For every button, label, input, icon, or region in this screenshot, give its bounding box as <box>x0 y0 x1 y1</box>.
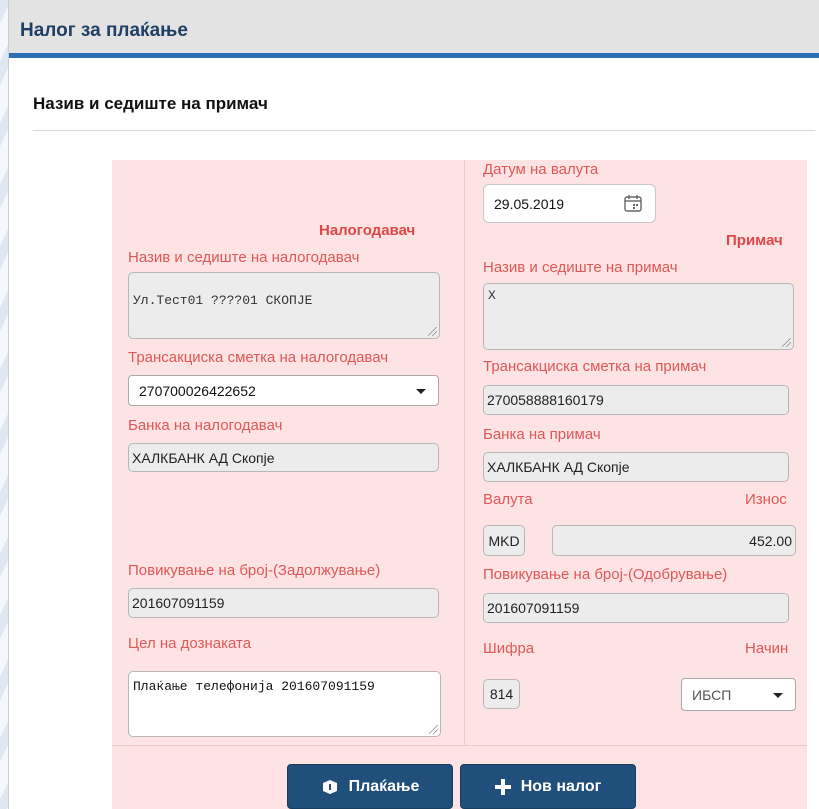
value-date-label: Датум на валута <box>483 161 599 178</box>
footer-divider <box>112 745 807 746</box>
purpose-field[interactable]: Плаќање телефонија 201607091159 <box>128 671 441 737</box>
code-label: Шифра <box>483 640 535 657</box>
payer-account-label: Трансакциска сметка на налогодавач <box>128 349 389 366</box>
currency-field[interactable]: MKD <box>483 525 525 556</box>
payer-bank-value: ХАЛКБАНК АД Скопје <box>132 449 275 466</box>
section-divider <box>33 130 815 131</box>
currency-label: Валута <box>483 491 533 508</box>
panel-header: Налог за плаќање <box>9 0 819 58</box>
payee-account-label: Трансакциска сметка на примач <box>483 358 707 375</box>
panel-title: Налог за плаќање <box>20 20 188 41</box>
method-label: Начин <box>745 640 789 657</box>
payer-bank-label: Банка на налогодавач <box>128 417 283 434</box>
payer-bank-field[interactable]: ХАЛКБАНК АД Скопје <box>128 443 439 472</box>
payee-name-field[interactable]: X <box>483 283 794 350</box>
new-order-button-label: Нов налог <box>520 777 602 795</box>
method-value: ИБСП <box>692 686 732 703</box>
code-field[interactable]: 814 <box>483 679 520 709</box>
payer-reference-field[interactable]: 201607091159 <box>128 588 439 618</box>
payer-name-label: Назив и седиште на налогодавач <box>128 249 360 266</box>
method-select[interactable]: ИБСП <box>681 678 796 711</box>
payee-account-field[interactable]: 270058888160179 <box>483 385 789 415</box>
payer-reference-label: Повикување на број-(Задолжување) <box>128 562 381 579</box>
currency-value: MKD <box>488 532 520 549</box>
payer-account-select[interactable]: 270700026422652 <box>128 375 439 406</box>
resize-grip-icon[interactable] <box>428 327 437 336</box>
payment-icon <box>322 779 337 794</box>
payment-form: Налогодавач Назив и седиште на налогодав… <box>112 160 807 809</box>
payer-account-value: 270700026422652 <box>139 382 256 399</box>
payee-name-value: X <box>488 288 496 303</box>
pay-button-label: Плаќање <box>348 777 420 795</box>
chevron-down-icon <box>416 388 426 394</box>
payee-reference-value: 201607091159 <box>487 600 580 616</box>
resize-grip-icon[interactable] <box>429 725 438 734</box>
purpose-value: Плаќање телефонија 201607091159 <box>133 679 375 694</box>
pay-button[interactable]: Плаќање <box>287 764 453 809</box>
column-divider <box>464 160 465 745</box>
amount-label: Износ <box>745 491 787 508</box>
payer-heading: Налогодавач <box>319 222 416 239</box>
payer-name-field[interactable]: Ул.Тест01 ????01 СКОПЈЕ <box>128 272 440 339</box>
payer-reference-value: 201607091159 <box>132 595 225 611</box>
payee-name-label: Назив и седиште на примач <box>483 259 678 276</box>
purpose-label: Цел на дознаката <box>128 635 252 652</box>
payee-heading: Примач <box>726 232 783 249</box>
payer-name-value: Ул.Тест01 ????01 СКОПЈЕ <box>133 293 313 308</box>
value-date-value: 29.05.2019 <box>494 195 565 212</box>
amount-field[interactable]: 452.00 <box>552 525 796 556</box>
section-title: Назив и седиште на примач <box>33 94 268 113</box>
resize-grip-icon[interactable] <box>782 338 791 347</box>
payee-bank-value: ХАЛКБАНК АД Скопје <box>487 459 630 475</box>
value-date-input[interactable]: 29.05.2019 <box>483 184 656 223</box>
calendar-icon[interactable] <box>623 193 643 213</box>
payee-reference-field[interactable]: 201607091159 <box>483 593 789 623</box>
new-order-button[interactable]: Нов налог <box>460 764 636 809</box>
payee-bank-label: Банка на примач <box>483 426 601 443</box>
amount-value: 452.00 <box>749 532 792 549</box>
payee-account-value: 270058888160179 <box>487 392 604 408</box>
payee-bank-field[interactable]: ХАЛКБАНК АД Скопје <box>483 452 789 482</box>
payee-reference-label: Повикување на број-(Одобрување) <box>483 566 728 583</box>
chevron-down-icon <box>773 692 783 698</box>
plus-icon <box>494 778 511 795</box>
code-value: 814 <box>489 686 514 702</box>
